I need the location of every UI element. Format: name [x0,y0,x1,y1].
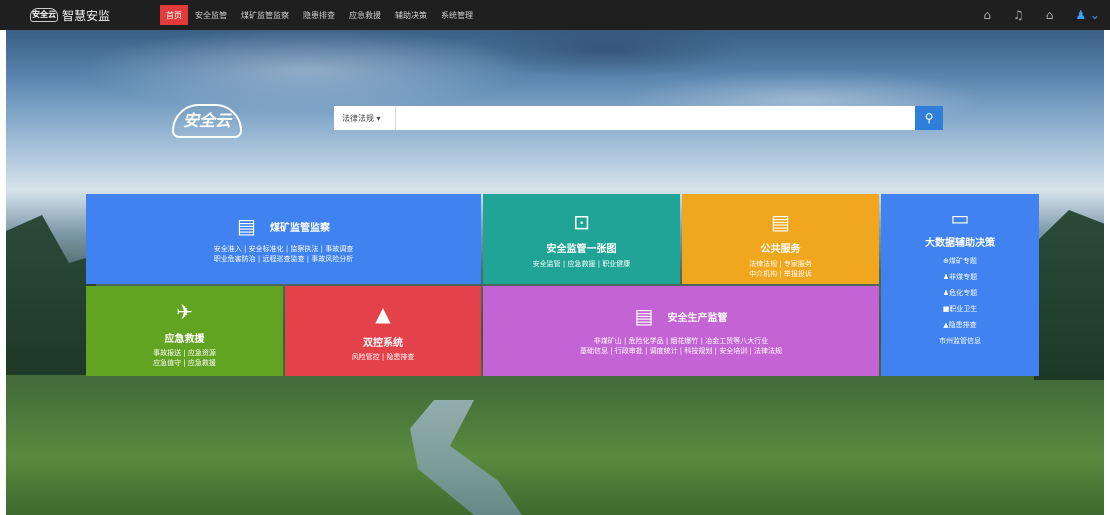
tile-bigdata-decision[interactable]: ▭ 大数据辅助决策 ⊕煤矿专题 ♟非煤专题 ♟危化专题 ■职业卫生 ▲隐患排查 … [881,194,1039,376]
tile-title: 双控系统 [363,338,403,349]
tile-title: 大数据辅助决策 [925,238,995,249]
tile-title: 安全监管一张图 [546,244,617,255]
helicopter-icon: ✈ [176,300,193,324]
nav-item-system-management[interactable]: 系统管理 [434,0,480,30]
warning-pen-icon: ▲ [375,302,391,326]
search-icon: ⚲ [924,111,934,125]
search-button[interactable]: ⚲ [915,106,943,130]
main-nav: 首页 安全监管 煤矿监管监察 隐患排查 应急救援 辅助决策 系统管理 [160,0,480,30]
home-icon[interactable]: ⌂ [1046,8,1054,22]
document-icon: ▤ [771,210,790,234]
tile-public-service[interactable]: ▤ 公共服务 法律法规 | 专家服务 中介机构 | 举报投诉 [682,194,879,284]
search-category-select[interactable]: 法律法规 ▾ [334,106,396,130]
tile-links-2: 中介机构 | 举报投诉 [749,270,812,278]
tile-title: 煤矿监管监察 [269,222,330,234]
nav-item-decision-support[interactable]: 辅助决策 [388,0,434,30]
bell-icon[interactable]: ♫ [1013,8,1024,22]
brand[interactable]: 安全云 智慧安监 [0,7,160,24]
document-settings-icon: ▤ [634,304,654,328]
bigdata-item-occupational-health[interactable]: ■职业卫生 [881,301,1039,317]
tile-header: ▤ 煤矿监管监察 [86,216,481,236]
bigdata-item-chemical[interactable]: ♟危化专题 [881,285,1039,301]
tile-links-1: 法律法规 | 专家服务 [749,260,812,268]
tile-links-1: 安全监管 | 应急救援 | 职业健康 [532,260,631,268]
bigdata-item-city-info[interactable]: 市州监管信息 [881,333,1039,349]
clipboard-icon: ▤ [237,214,256,238]
nav-item-safety-supervision[interactable]: 安全监管 [188,0,234,30]
top-icons: ⌂ ♫ ⌂ ♟ ⌄ [983,0,1100,30]
brand-logo: 安全云 [30,8,58,22]
user-menu-icon[interactable]: ♟ ⌄ [1075,8,1100,22]
brand-name: 智慧安监 [62,8,111,23]
tile-safety-map[interactable]: ⊡ 安全监管一张图 安全监管 | 应急救援 | 职业健康 [483,194,680,284]
tile-dual-control[interactable]: ▲ 双控系统 风险管控 | 隐患排查 [285,286,481,376]
monitor-icon: ▭ [950,206,970,230]
monitor-pulse-icon: ⊡ [573,210,590,234]
tile-links-1: 非煤矿山 | 危险化学品 | 烟花爆竹 | 冶金工贸等八大行业 [593,337,769,345]
mountain-right [1034,210,1104,380]
top-navigation-bar: 安全云 智慧安监 首页 安全监管 煤矿监管监察 隐患排查 应急救援 辅助决策 系… [0,0,1110,30]
search-input[interactable] [396,106,915,130]
tile-links-2: 基础信息 | 行政审批 | 调度统计 | 科技规划 | 安全培训 | 法律法规 [579,347,783,355]
nav-item-coal-supervision[interactable]: 煤矿监管监察 [234,0,296,30]
river [410,400,522,515]
tile-links-2: 应急值守 | 应急救援 [153,359,216,367]
tile-links-1: 事故报送 | 应急资源 [153,349,216,357]
safety-cloud-logo: 安全云 [172,104,242,138]
tile-emergency-rescue[interactable]: ✈ 应急救援 事故报送 | 应急资源 应急值守 | 应急救援 [86,286,283,376]
mountain-left [6,215,96,375]
nav-item-emergency-rescue[interactable]: 应急救援 [342,0,388,30]
nav-item-hazard-inspection[interactable]: 隐患排查 [296,0,342,30]
nav-item-home[interactable]: 首页 [160,5,188,25]
message-icon[interactable]: ⌂ [983,8,991,22]
tile-links-1: 安全准入 | 安全标准化 | 监察执法 | 事故调查 [213,245,354,253]
tile-title: 公共服务 [760,244,801,255]
tile-header: ▤ 安全生产监管 [483,306,879,326]
tile-production-supervision[interactable]: ▤ 安全生产监管 非煤矿山 | 危险化学品 | 烟花爆竹 | 冶金工贸等八大行业… [483,286,879,376]
tile-title: 应急救援 [164,334,205,345]
tile-coal-supervision[interactable]: ▤ 煤矿监管监察 安全准入 | 安全标准化 | 监察执法 | 事故调查 职业危害… [86,194,481,284]
tile-title: 安全生产监管 [667,312,728,324]
bigdata-item-hazard[interactable]: ▲隐患排查 [881,317,1039,333]
bigdata-item-noncoal[interactable]: ♟非煤专题 [881,269,1039,285]
bigdata-item-coal[interactable]: ⊕煤矿专题 [881,253,1039,269]
search-bar: 法律法规 ▾ ⚲ [334,106,943,130]
tile-links-1: 风险管控 | 隐患排查 [351,353,415,361]
tile-links-2: 职业危害防治 | 远程巡查监查 | 事故风险分析 [213,255,354,263]
